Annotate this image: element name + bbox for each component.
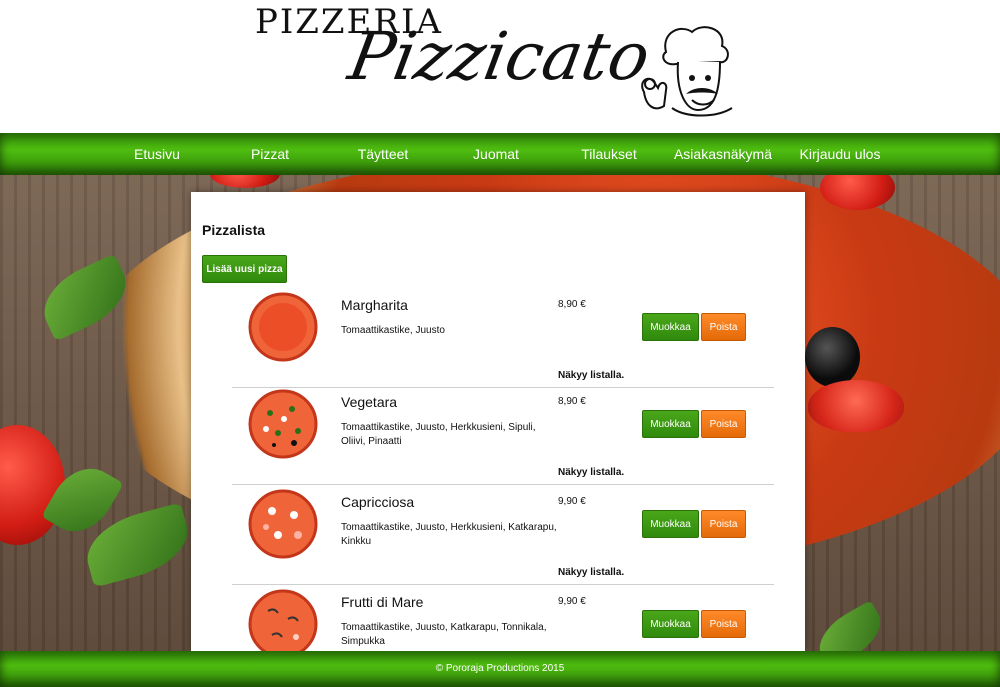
add-pizza-button[interactable]: Lisää uusi pizza (202, 255, 287, 283)
pizza-row: Vegetara Tomaattikastike, Juusto, Herkku… (232, 384, 774, 485)
pizza-toppings: Tomaattikastike, Juusto (341, 325, 445, 336)
delete-button[interactable]: Poista (701, 610, 746, 638)
pizza-price: 9,90 € (558, 596, 586, 607)
pizza-row: Margharita Tomaattikastike, Juusto 8,90 … (232, 287, 774, 388)
pizza-toppings: Tomaattikastike, Juusto, Katkarapu, Tonn… (341, 622, 547, 647)
pizza-toppings: Tomaattikastike, Juusto, Herkkusieni, Si… (341, 422, 536, 447)
site-footer: © Pororaja Productions 2015 (0, 651, 1000, 687)
main-navigation: Etusivu Pizzat Täytteet Juomat Tilaukset… (0, 133, 1000, 175)
logo-text-script: Pizzicato (343, 18, 656, 95)
pizza-frutti-di-mare-icon (248, 589, 318, 651)
site-header: PIZZERIA Pizzicato (0, 0, 1000, 133)
pizza-capricciosa-icon (248, 489, 318, 559)
pizza-row: Capricciosa Tomaattikastike, Juusto, Her… (232, 484, 774, 585)
pizza-visibility-status: Näkyy listalla. (558, 467, 625, 478)
chef-logo-icon (641, 26, 733, 117)
edit-button[interactable]: Muokkaa (642, 313, 699, 341)
pizza-name: Margharita (341, 297, 408, 313)
nav-item-pizzat[interactable]: Pizzat (228, 133, 312, 175)
nav-item-tilaukset[interactable]: Tilaukset (567, 133, 651, 175)
delete-button[interactable]: Poista (701, 313, 746, 341)
nav-item-etusivu[interactable]: Etusivu (115, 133, 199, 175)
delete-button[interactable]: Poista (701, 410, 746, 438)
edit-button[interactable]: Muokkaa (642, 610, 699, 638)
olive (805, 327, 860, 387)
tomato-left (0, 425, 65, 545)
pizza-name: Frutti di Mare (341, 594, 424, 610)
nav-item-asiakasnakyma[interactable]: Asiakasnäkymä (668, 133, 778, 175)
pizza-price: 8,90 € (558, 396, 586, 407)
nav-item-juomat[interactable]: Juomat (454, 133, 538, 175)
delete-button[interactable]: Poista (701, 510, 746, 538)
pizza-price: 9,90 € (558, 496, 586, 507)
pizza-name: Vegetara (341, 394, 398, 410)
pizza-visibility-status: Näkyy listalla. (558, 567, 625, 578)
pizza-vegetara-icon (248, 389, 318, 459)
basil-leaf (809, 600, 891, 651)
tomato-slice (808, 380, 904, 432)
edit-button[interactable]: Muokkaa (642, 510, 699, 538)
edit-button[interactable]: Muokkaa (642, 410, 699, 438)
nav-item-taytteet[interactable]: Täytteet (341, 133, 425, 175)
nav-item-kirjaudu-ulos[interactable]: Kirjaudu ulos (790, 133, 890, 175)
pizza-toppings: Tomaattikastike, Juusto, Herkkusieni, Ka… (341, 522, 557, 547)
pizza-row: Frutti di Mare Tomaattikastike, Juusto, … (232, 584, 774, 651)
content-panel: Pizzalista Lisää uusi pizza Margharita T… (191, 192, 805, 651)
pizza-margharita-icon (248, 292, 318, 362)
tomato-top-left (210, 175, 280, 188)
page-title: Pizzalista (202, 222, 266, 238)
pizza-price: 8,90 € (558, 299, 586, 310)
pizza-name: Capricciosa (341, 494, 415, 510)
pizza-visibility-status: Näkyy listalla. (558, 370, 625, 381)
